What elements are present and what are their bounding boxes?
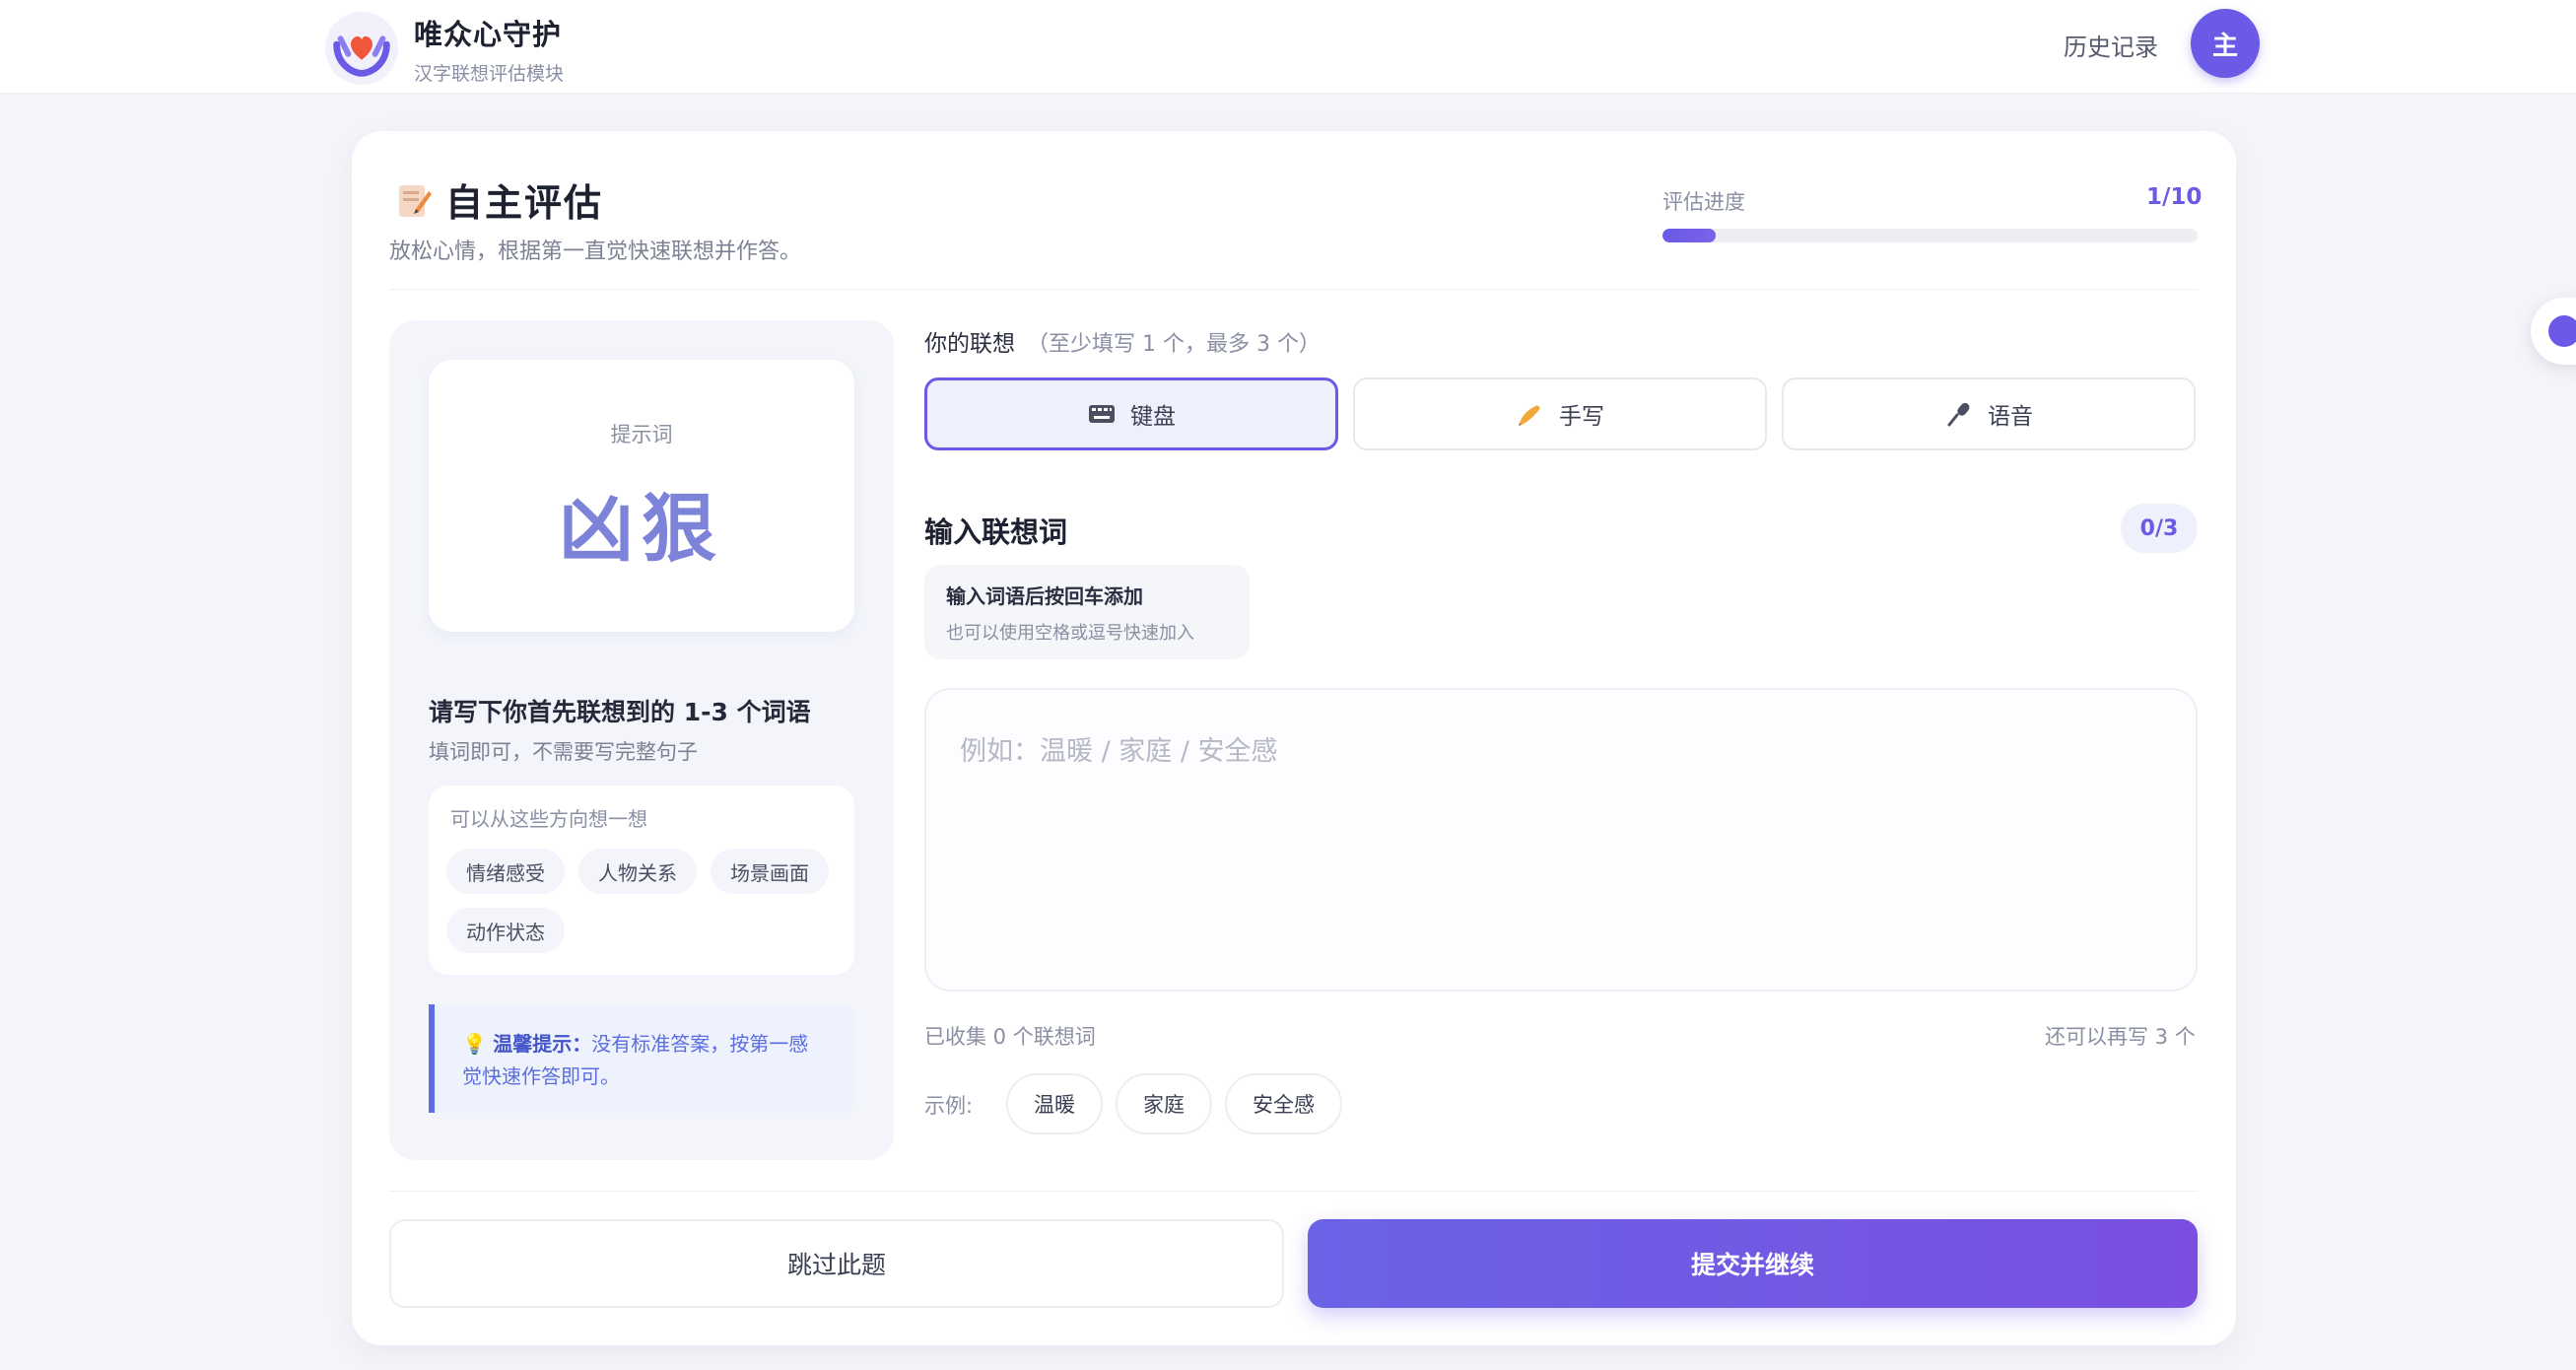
- keyboard-icon: [1089, 405, 1115, 423]
- mode-handwriting-button[interactable]: 手写: [1353, 377, 1767, 450]
- instruction-heading: 请写下你首先联想到的 1-3 个词语: [429, 698, 811, 726]
- history-link[interactable]: 历史记录: [2064, 28, 2158, 62]
- directions-box: 可以从这些方向想一想 情绪感受 人物关系 场景画面 动作状态: [429, 786, 854, 975]
- cue-label: 提示词: [610, 423, 673, 446]
- cue-panel: 提示词 凶狠 请写下你首先联想到的 1-3 个词语 填词即可，不需要写完整句子 …: [389, 320, 894, 1160]
- direction-tag: 动作状态: [446, 908, 565, 953]
- handwriting-icon: [1519, 405, 1540, 426]
- page-subtitle: 放松心情，根据第一直觉快速联想并作答。: [389, 240, 802, 264]
- input-hint-sub: 也可以使用空格或逗号快速加入: [946, 623, 1194, 644]
- example-chip[interactable]: 温暖: [1006, 1073, 1103, 1134]
- brand-name: 唯众心守护: [414, 17, 563, 51]
- microphone-icon: [1947, 402, 1970, 427]
- page-title: 自主评估: [445, 181, 604, 225]
- cue-word: 凶狠: [559, 485, 724, 573]
- examples-label: 示例:: [924, 1094, 974, 1118]
- directions-title: 可以从这些方向想一想: [450, 807, 647, 831]
- direction-tags: 情绪感受 人物关系 场景画面 动作状态: [446, 849, 850, 953]
- remaining-count: 还可以再写 3 个: [2045, 1025, 2196, 1049]
- brand-subtitle: 汉字联想评估模块: [414, 62, 565, 85]
- divider: [389, 1191, 2198, 1192]
- skip-button[interactable]: 跳过此题: [389, 1219, 1284, 1308]
- assistant-icon: [2548, 315, 2576, 347]
- mode-voice-label: 语音: [1988, 404, 2033, 430]
- mode-keyboard-label: 键盘: [1130, 404, 1176, 430]
- direction-tag: 人物关系: [578, 849, 697, 894]
- example-chip[interactable]: 家庭: [1116, 1073, 1212, 1134]
- mode-handwriting-label: 手写: [1559, 404, 1604, 430]
- assessment-card: 自主评估 放松心情，根据第一直觉快速联想并作答。 评估进度 1/10 提示词 凶…: [352, 131, 2236, 1345]
- avatar[interactable]: 主: [2191, 9, 2260, 78]
- progress-bar: [1662, 229, 2198, 242]
- heart-hands-logo-icon: [324, 11, 399, 86]
- association-note: （至少填写 1 个，最多 3 个）: [1027, 332, 1321, 357]
- instruction-hint: 填词即可，不需要写完整句子: [429, 740, 698, 764]
- side-float-button[interactable]: [2531, 298, 2576, 365]
- word-count-badge: 0/3: [2121, 504, 2198, 553]
- direction-tag: 情绪感受: [446, 849, 565, 894]
- input-heading: 输入联想词: [924, 515, 1068, 549]
- input-hint-main: 输入词语后按回车添加: [946, 584, 1143, 608]
- tip-box: 💡 温馨提示：没有标准答案，按第一感觉快速作答即可。: [429, 1004, 854, 1113]
- cue-card: 提示词 凶狠: [429, 360, 854, 632]
- direction-tag: 场景画面: [711, 849, 829, 894]
- mode-keyboard-button[interactable]: 键盘: [924, 377, 1338, 450]
- title-row: 自主评估: [396, 172, 603, 227]
- input-hint-card: 输入词语后按回车添加 也可以使用空格或逗号快速加入: [924, 565, 1250, 659]
- progress-bar-fill: [1662, 229, 1717, 242]
- association-title-text: 你的联想: [924, 331, 1015, 357]
- brand[interactable]: 唯众心守护 汉字联想评估模块: [323, 10, 564, 87]
- example-chip[interactable]: 安全感: [1225, 1073, 1342, 1134]
- tip-text: 💡 温馨提示：没有标准答案，按第一感觉快速作答即可。: [462, 1028, 827, 1093]
- divider: [389, 289, 2198, 290]
- progress-count: 1/10: [2146, 184, 2203, 210]
- association-input[interactable]: [924, 688, 2198, 992]
- collected-count: 已收集 0 个联想词: [924, 1025, 1096, 1049]
- progress-label: 评估进度: [1662, 190, 1745, 214]
- tip-label: 温馨提示：: [493, 1032, 592, 1056]
- mode-voice-button[interactable]: 语音: [1782, 377, 2196, 450]
- submit-button[interactable]: 提交并继续: [1308, 1219, 2198, 1308]
- memo-icon: [399, 184, 432, 217]
- top-bar: 唯众心守护 汉字联想评估模块 历史记录 主: [0, 0, 2576, 94]
- lightbulb-icon: 💡: [462, 1032, 487, 1056]
- association-title: 你的联想 （至少填写 1 个，最多 3 个）: [924, 324, 1321, 358]
